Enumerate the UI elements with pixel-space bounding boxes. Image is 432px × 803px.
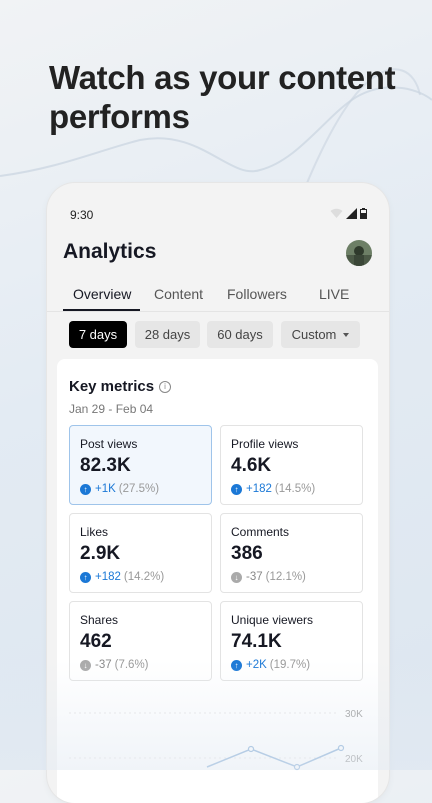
phone-mockup: 9:30 Analytics Overview Content Follower… [47, 183, 389, 803]
trend-point [337, 744, 345, 752]
trend-chart: 30K 20K [69, 709, 363, 771]
battery-icon [360, 208, 367, 219]
arrow-up-icon: ↑ [231, 659, 242, 671]
signal-icon [346, 208, 357, 219]
filter-label: 28 days [144, 327, 191, 342]
analytics-tabs: Overview Content Followers LIVE [47, 279, 389, 312]
metric-delta: +182 [246, 483, 272, 495]
arrow-up-icon: ↑ [231, 483, 242, 495]
y-tick-label: 30K [345, 709, 363, 720]
metric-delta: +2K [246, 659, 267, 671]
page-title: Analytics [63, 240, 157, 263]
metric-change: ↓ -37 (12.1%) [231, 571, 306, 583]
metric-label: Likes [80, 525, 109, 539]
filter-label: 60 days [217, 327, 263, 342]
filter-custom-dropdown[interactable]: Custom [281, 321, 360, 348]
metric-percent: (27.5%) [118, 483, 160, 495]
arrow-up-icon: ↑ [80, 571, 91, 583]
metric-label: Profile views [231, 437, 299, 451]
metric-percent: (7.6%) [114, 659, 149, 671]
arrow-down-icon: ↓ [231, 571, 242, 583]
metric-value: 386 [231, 543, 263, 564]
tab-followers[interactable]: Followers [227, 286, 287, 302]
metric-percent: (14.2%) [123, 571, 165, 583]
metric-delta: -37 [246, 571, 263, 583]
tab-live[interactable]: LIVE [319, 286, 349, 302]
caret-down-icon [343, 332, 350, 337]
tab-overview[interactable]: Overview [73, 286, 131, 302]
avatar-image [346, 240, 372, 266]
wifi-icon [330, 208, 343, 218]
active-tab-indicator [63, 309, 140, 311]
metric-label: Comments [231, 525, 290, 539]
filter-28-days[interactable]: 28 days [135, 321, 200, 348]
metric-change: ↓ -37 (7.6%) [80, 659, 149, 671]
metric-comments[interactable]: Comments 386 ↓ -37 (12.1%) [220, 513, 363, 593]
metric-label: Unique viewers [231, 613, 314, 627]
metric-percent: (14.5%) [274, 483, 316, 495]
metric-delta: -37 [95, 659, 112, 671]
filter-label: 7 days [78, 327, 118, 342]
metric-shares[interactable]: Shares 462 ↓ -37 (7.6%) [69, 601, 212, 681]
metric-likes[interactable]: Likes 2.9K ↑ +182 (14.2%) [69, 513, 212, 593]
metric-change: ↑ +2K (19.7%) [231, 659, 310, 671]
metric-profile-views[interactable]: Profile views 4.6K ↑ +182 (14.5%) [220, 425, 363, 505]
metric-value: 462 [80, 631, 112, 652]
metric-value: 74.1K [231, 631, 282, 652]
filter-7-days[interactable]: 7 days [69, 321, 127, 348]
metric-percent: (19.7%) [269, 659, 311, 671]
y-tick-label: 20K [345, 754, 363, 765]
date-range: Jan 29 - Feb 04 [69, 402, 154, 416]
metric-label: Post views [80, 437, 138, 451]
metric-value: 2.9K [80, 543, 121, 564]
metric-post-views[interactable]: Post views 82.3K ↑ +1K (27.5%) [69, 425, 212, 505]
arrow-up-icon: ↑ [80, 483, 91, 495]
metric-delta: +182 [95, 571, 121, 583]
avatar[interactable] [346, 240, 372, 266]
metric-value: 82.3K [80, 455, 131, 476]
promo-headline: Watch as your content performs [49, 59, 396, 135]
filter-60-days[interactable]: 60 days [207, 321, 273, 348]
metric-change: ↑ +1K (27.5%) [80, 483, 159, 495]
metric-unique-viewers[interactable]: Unique viewers 74.1K ↑ +2K (19.7%) [220, 601, 363, 681]
tab-content[interactable]: Content [154, 286, 203, 302]
filter-label: Custom [291, 327, 337, 342]
key-metrics-heading: Key metrics [69, 378, 155, 395]
arrow-down-icon: ↓ [80, 659, 91, 671]
trend-point [293, 763, 301, 771]
metric-change: ↑ +182 (14.5%) [231, 483, 315, 495]
metric-change: ↑ +182 (14.2%) [80, 571, 164, 583]
metric-percent: (12.1%) [265, 571, 306, 583]
metric-value: 4.6K [231, 455, 272, 476]
status-icons [330, 208, 367, 219]
status-time: 9:30 [70, 208, 94, 222]
metric-label: Shares [80, 613, 119, 627]
info-icon[interactable]: i [159, 380, 172, 393]
trend-point [247, 745, 255, 753]
metric-delta: +1K [95, 483, 116, 495]
key-metrics-title: Key metrics i [69, 378, 172, 395]
